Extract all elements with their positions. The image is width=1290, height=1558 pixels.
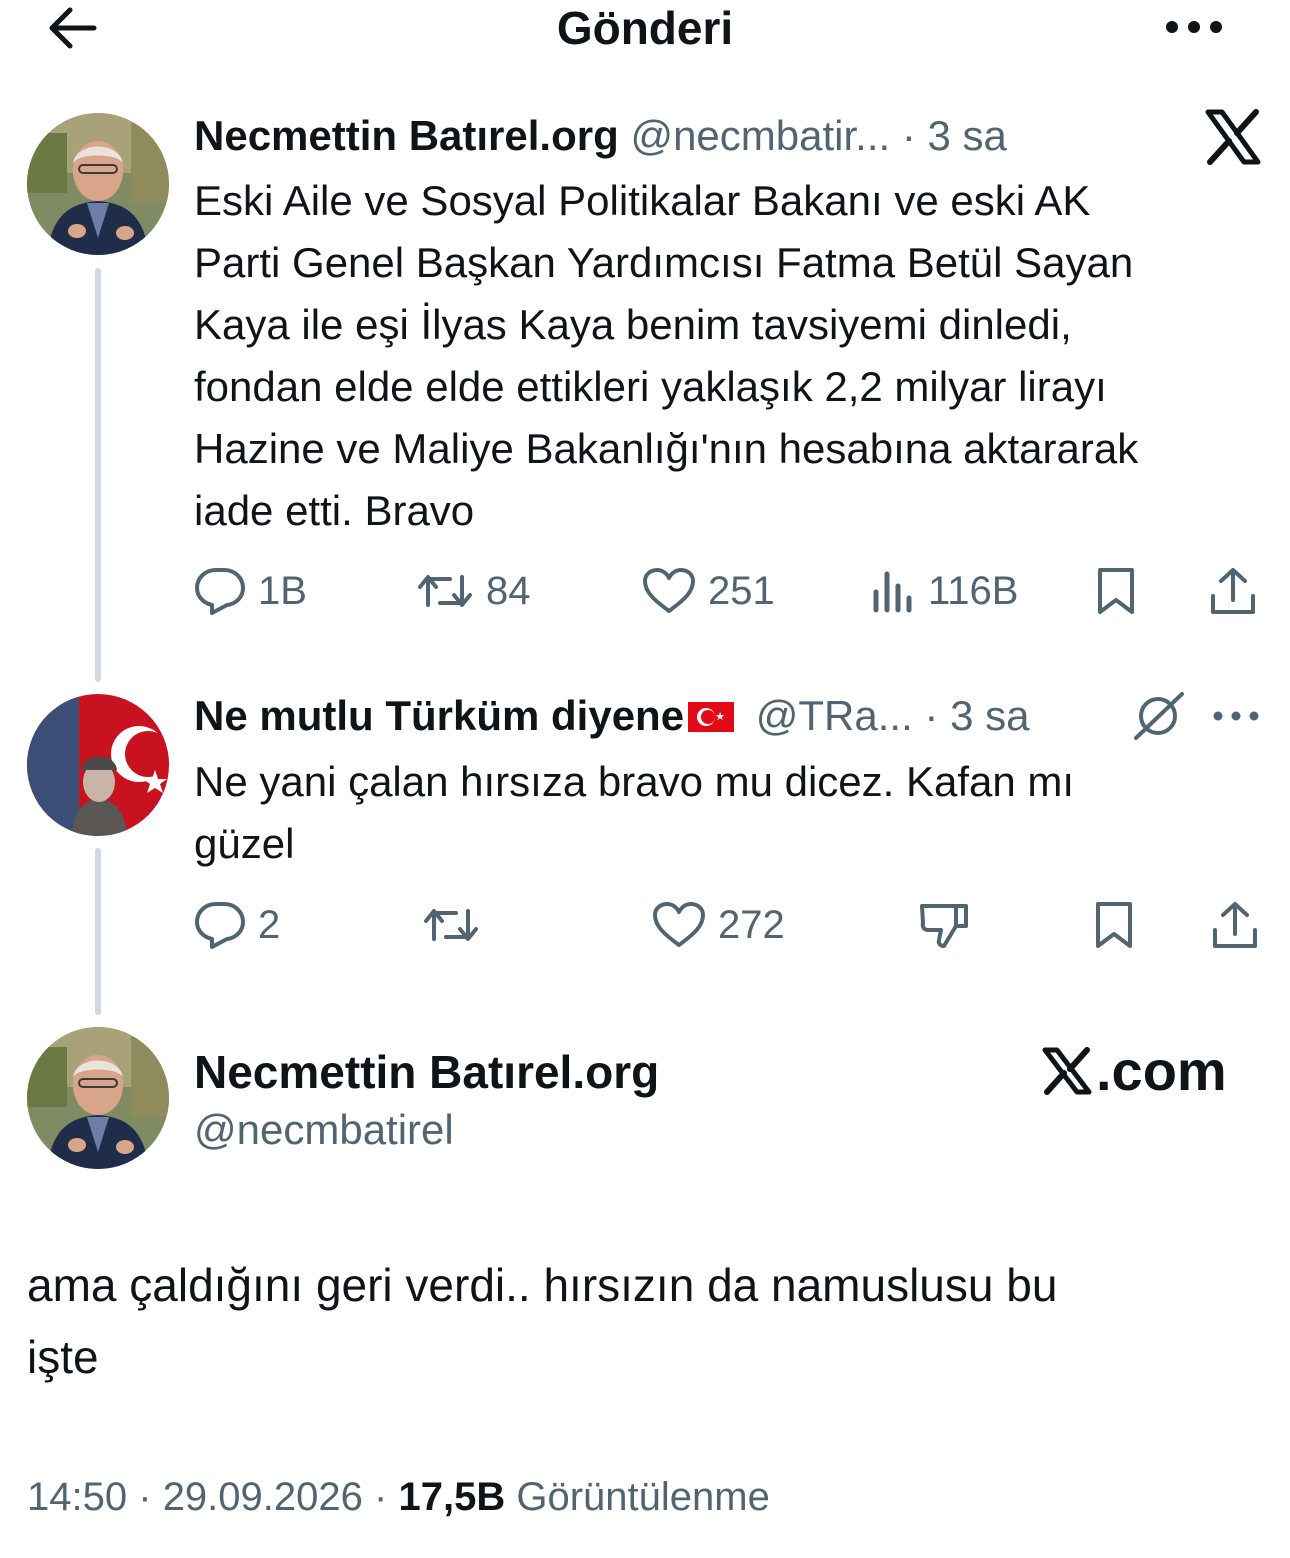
bookmark-icon xyxy=(1098,568,1134,614)
repost-button[interactable]: 84 xyxy=(416,561,531,621)
reply-count: 2 xyxy=(258,902,281,947)
like-button[interactable]: 251 xyxy=(642,561,775,621)
views-label: Görüntülenme xyxy=(516,1475,770,1519)
author-handle[interactable]: @TRa... xyxy=(756,692,913,739)
tweet-text-line: fondan elde elde ettikleri yaklaşık 2,2 … xyxy=(194,363,1107,410)
tweet-text: Ne yani çalan hırsıza bravo mu dicez. Ka… xyxy=(194,751,1274,875)
separator-dot: · xyxy=(138,1475,152,1519)
heart-icon xyxy=(643,568,695,613)
share-icon xyxy=(1213,902,1257,948)
tweet-text-line: Parti Genel Başkan Yardımcısı Fatma Betü… xyxy=(194,239,1134,286)
tweet-header: Ne mutlu Türküm diyene ★ @TRa... · 3 sa xyxy=(194,690,1029,742)
action-bar: 2 272 xyxy=(0,895,1290,955)
tweet-more-button[interactable] xyxy=(1212,704,1260,728)
action-bar: 1B 84 251 116B xyxy=(0,561,1290,621)
tweet-text-line: ama çaldığını geri verdi.. hırsızın da n… xyxy=(27,1259,1058,1311)
repost-button[interactable] xyxy=(422,895,492,955)
profile-photo-icon xyxy=(27,694,169,836)
tweet-text-line: Kaya ile eşi İlyas Kaya benim tavsiyemi … xyxy=(194,301,1072,348)
author-handle[interactable]: @necmbatir... xyxy=(630,112,890,159)
view-count[interactable]: 17,5B xyxy=(398,1475,505,1519)
tweet-text-line: Ne yani çalan hırsıza bravo mu dicez. Ka… xyxy=(194,758,1075,805)
bookmark-icon xyxy=(1096,902,1132,948)
author-name[interactable]: Necmettin Batırel.org xyxy=(194,1044,659,1100)
more-icon xyxy=(1166,21,1222,33)
x-com-brand: .com xyxy=(1042,1038,1227,1104)
reply-icon xyxy=(195,568,245,615)
separator-dot: · xyxy=(374,1475,388,1519)
page-title: Gönderi xyxy=(556,2,734,54)
x-logo-icon xyxy=(1042,1047,1092,1095)
repost-icon xyxy=(418,575,472,607)
separator-dot: · xyxy=(924,692,939,739)
main-tweet-text: ama çaldığını geri verdi.. hırsızın da n… xyxy=(27,1249,1267,1393)
avatar[interactable] xyxy=(27,694,169,836)
post-date: 29.09.2026 xyxy=(162,1475,363,1519)
grok-icon[interactable] xyxy=(1132,690,1186,742)
brand-domain: .com xyxy=(1096,1039,1227,1102)
author-handle[interactable]: @necmbatirel xyxy=(194,1104,454,1156)
tweet-text-line: Hazine ve Maliye Bakanlığı'nın hesabına … xyxy=(194,425,1139,472)
author-name[interactable]: Necmettin Batırel.org xyxy=(194,112,619,159)
post-time[interactable]: 3 sa xyxy=(950,692,1029,739)
like-button[interactable]: 272 xyxy=(652,895,785,955)
thumbs-down-icon xyxy=(920,904,968,948)
reply-button[interactable]: 2 xyxy=(194,895,280,955)
share-icon xyxy=(1211,568,1255,614)
post-time[interactable]: 3 sa xyxy=(928,112,1007,159)
share-button[interactable] xyxy=(1210,895,1260,955)
bookmark-button[interactable] xyxy=(1092,895,1136,955)
back-button[interactable] xyxy=(44,4,100,52)
separator-dot: · xyxy=(901,112,916,159)
repost-icon xyxy=(424,909,478,941)
avatar[interactable] xyxy=(27,113,169,255)
avatar[interactable] xyxy=(27,1027,169,1169)
reply-button[interactable]: 1B xyxy=(194,561,307,621)
tweet-text-line: Eski Aile ve Sosyal Politikalar Bakanı v… xyxy=(194,177,1091,224)
bookmark-button[interactable] xyxy=(1094,561,1138,621)
reply-icon xyxy=(195,902,245,949)
more-options-button[interactable] xyxy=(1162,6,1226,48)
reply-count: 1B xyxy=(258,568,307,613)
x-logo-icon xyxy=(1204,108,1262,166)
top-bar: Gönderi xyxy=(0,0,1290,60)
tweet-text-line: iade etti. Bravo xyxy=(194,487,475,534)
tweet-header: Necmettin Batırel.org @necmbatir... · 3 … xyxy=(194,110,1007,162)
profile-photo-icon xyxy=(27,113,169,255)
more-icon xyxy=(1213,711,1259,721)
views-button[interactable]: 116B xyxy=(870,561,1018,621)
like-count: 272 xyxy=(718,902,785,947)
profile-photo-icon xyxy=(27,1027,169,1169)
views-count: 116B xyxy=(928,568,1019,613)
tweet-text: Eski Aile ve Sosyal Politikalar Bakanı v… xyxy=(194,170,1274,542)
tweet-text-line: güzel xyxy=(194,820,295,867)
arrow-left-icon xyxy=(49,7,97,49)
like-count: 251 xyxy=(708,568,775,613)
post-time: 14:50 xyxy=(27,1475,128,1519)
views-icon xyxy=(873,571,912,613)
tweet-text-line: işte xyxy=(27,1331,99,1383)
repost-count: 84 xyxy=(486,568,531,613)
share-button[interactable] xyxy=(1208,561,1258,621)
post-meta: 14:50 · 29.09.2026 · 17,5B Görüntülenme xyxy=(27,1472,770,1522)
downvote-button[interactable] xyxy=(918,895,970,955)
author-name[interactable]: Ne mutlu Türküm diyene xyxy=(194,692,684,739)
turkey-flag-icon: ★ xyxy=(688,702,735,732)
heart-icon xyxy=(653,902,705,947)
